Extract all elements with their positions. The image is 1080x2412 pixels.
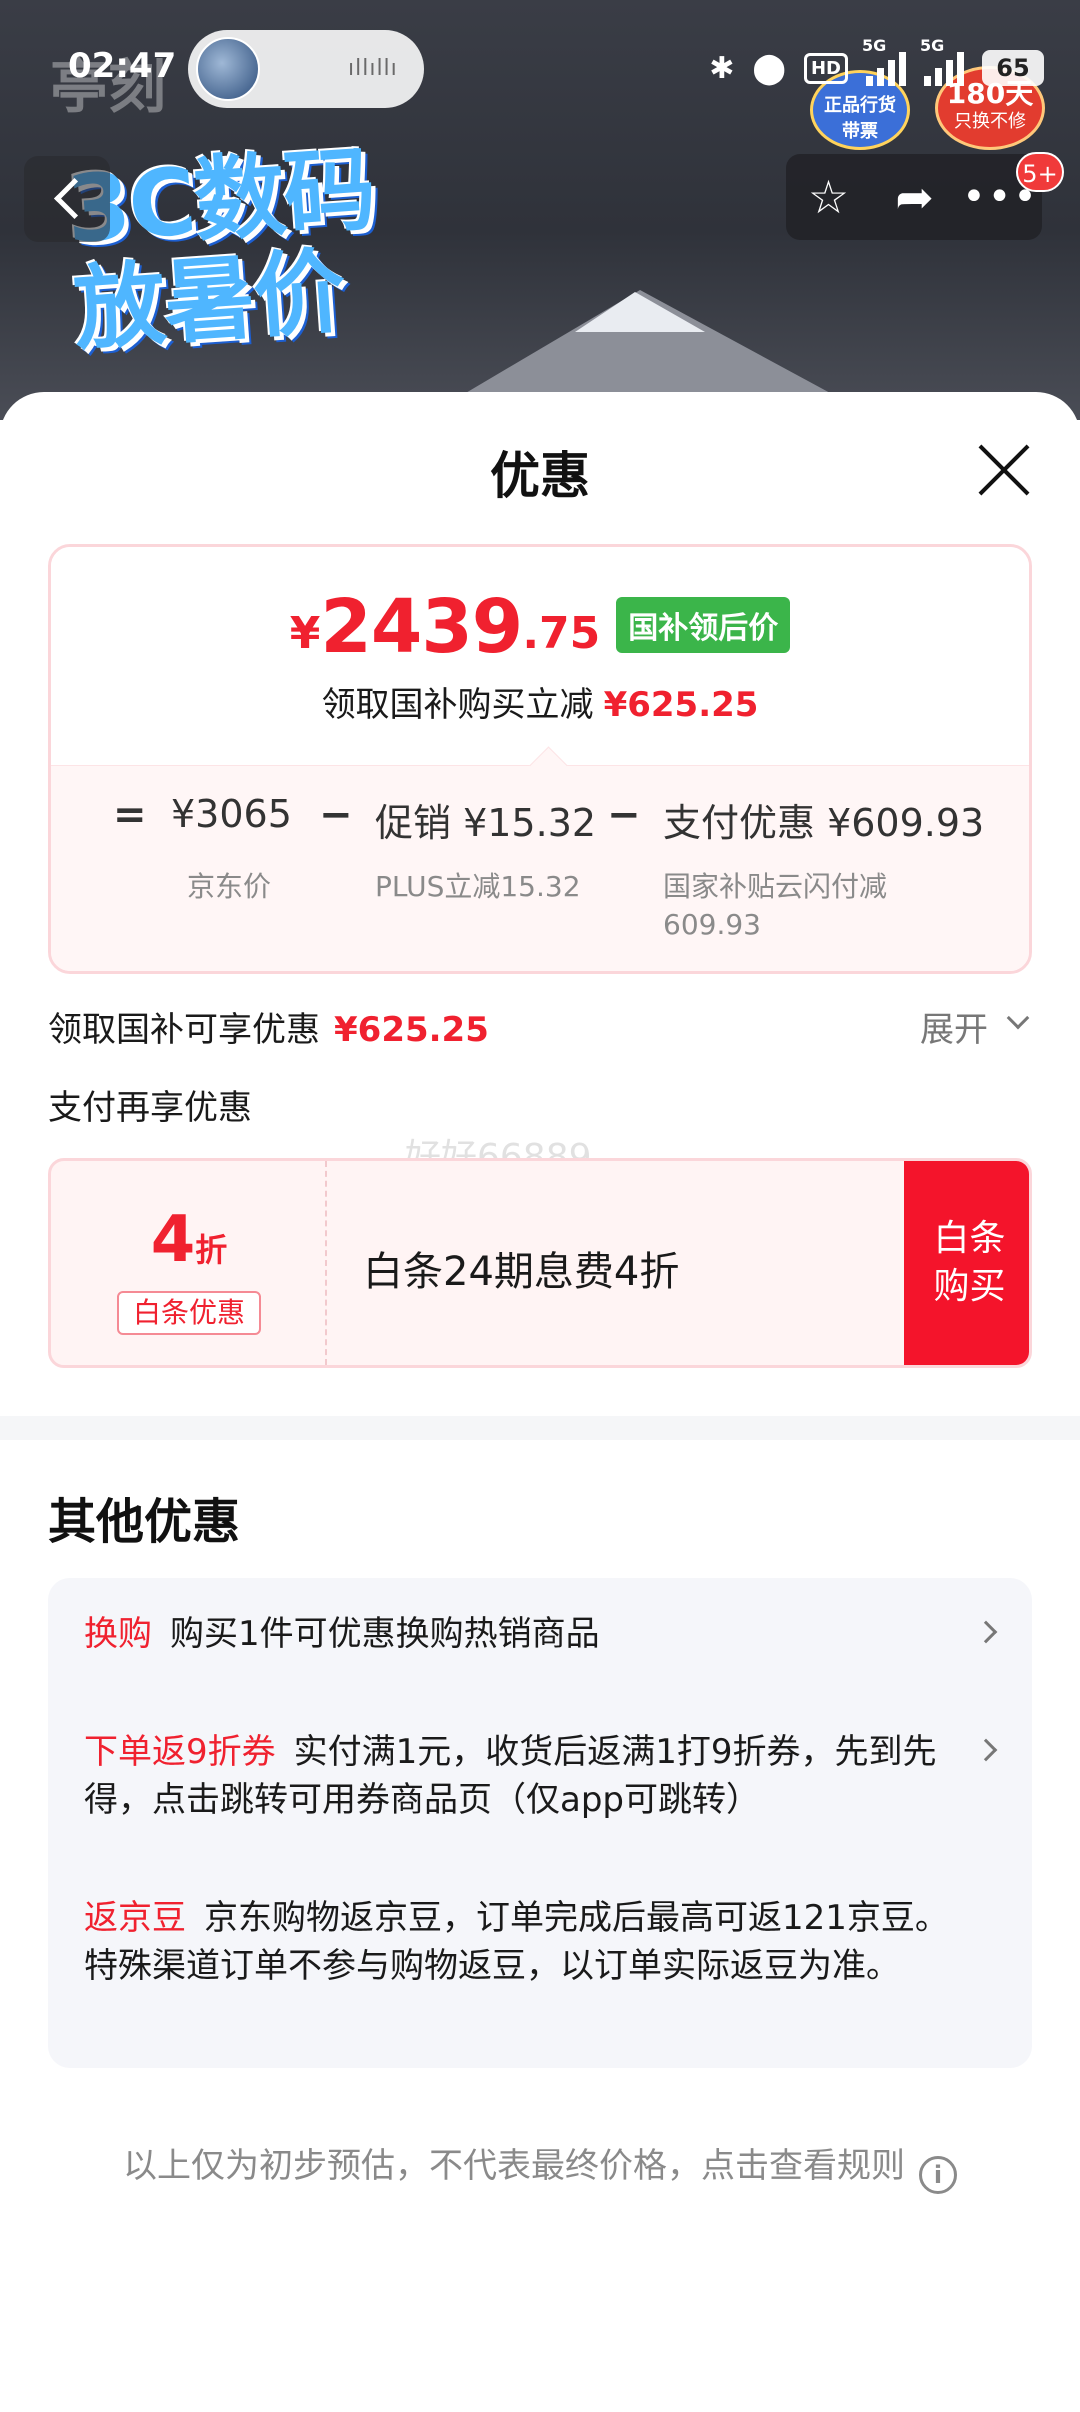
audio-wave-icon: ıllıllı bbox=[348, 56, 398, 81]
offer-key: 返京豆 bbox=[84, 1898, 186, 1938]
signal-label: 5G bbox=[862, 36, 887, 55]
price-decimal: .75 bbox=[522, 608, 601, 659]
price-breakdown: = ¥3065 京东价 − 促销 ¥15.32 PLUS立减15.32 − 支付… bbox=[51, 765, 1029, 971]
baitiao-tag: 白条优惠 bbox=[117, 1291, 261, 1335]
subsidy-row: 领取国补可享优惠 ¥625.25 bbox=[48, 1002, 489, 1051]
baitiao-buy-label: 购买 bbox=[933, 1266, 1006, 1307]
payment-discount-label-line1: 国家补贴云闪付减 bbox=[663, 870, 888, 903]
signal-icon: 5G bbox=[862, 36, 906, 86]
offer-text: 京东购物返京豆，订单完成后最高可返121京豆。特殊渠道订单不参与购物返豆，以订单… bbox=[84, 1898, 949, 1986]
baitiao-buy-button[interactable]: 白条 购买 bbox=[904, 1161, 1029, 1365]
save-line: 领取国补购买立减 ¥625.25 bbox=[51, 677, 1029, 726]
payment-discount-label-line2: 609.93 bbox=[663, 908, 761, 941]
price-summary-card: ¥ 2439 .75 国补领后价 领取国补购买立减 ¥625.25 = ¥3065… bbox=[48, 544, 1032, 974]
location-icon: ⬤ bbox=[752, 50, 786, 86]
payment-discount: 支付优惠 ¥609.93 bbox=[663, 801, 985, 845]
promo-title: 3C数码 放暑价 bbox=[63, 136, 384, 364]
pay-more-label: 支付再享优惠 bbox=[48, 1088, 252, 1128]
mountain-snow-graphic bbox=[575, 292, 705, 332]
sheet-title: 优惠 bbox=[490, 447, 590, 505]
other-offers-title: 其他优惠 bbox=[48, 1494, 241, 1550]
battery-icon: 65 bbox=[982, 50, 1044, 86]
baitiao-discount-panel: 4折 白条优惠 bbox=[51, 1161, 327, 1365]
baitiao-description: 白条24期息费4折 bbox=[363, 1249, 680, 1295]
discount-sheet: 优惠 ¥ 2439 .75 国补领后价 领取国补购买立减 ¥625.25 = ¥3… bbox=[0, 392, 1080, 2412]
system-icons: ✱ ⬤ HD 5G 5G 65 bbox=[709, 36, 1044, 94]
minus-sign: − bbox=[319, 792, 353, 838]
final-price: ¥ 2439 .75 国补领后价 bbox=[51, 587, 1029, 667]
subsidy-label: 领取国补可享优惠 bbox=[48, 1010, 320, 1050]
promo-title-line2: 放暑价 bbox=[70, 237, 347, 364]
media-island[interactable]: ıllıllı bbox=[188, 30, 424, 108]
save-label: 领取国补购买立减 bbox=[321, 685, 594, 725]
favorite-star-icon[interactable]: ☆ bbox=[786, 154, 871, 240]
signal-label: 5G bbox=[920, 36, 945, 55]
baitiao-discount-number: 4 bbox=[150, 1203, 196, 1277]
baitiao-discount-unit: 折 bbox=[195, 1231, 228, 1269]
promo-discount-label: PLUS立减15.32 bbox=[375, 870, 581, 903]
jd-price: ¥3065 bbox=[171, 792, 292, 836]
status-bar: 02:47 ıllıllı ✱ ⬤ HD 5G 5G 65 bbox=[0, 30, 1080, 110]
baitiao-discount: 4折 bbox=[51, 1203, 327, 1277]
expand-button[interactable]: 展开 bbox=[920, 1002, 988, 1051]
hd-icon: HD bbox=[803, 52, 848, 84]
jd-price-label: 京东价 bbox=[187, 870, 272, 903]
media-avatar bbox=[196, 37, 260, 101]
offer-key: 下单返9折券 bbox=[84, 1732, 276, 1772]
clock: 02:47 bbox=[68, 46, 177, 86]
price-integer: 2439 bbox=[320, 584, 523, 670]
disclaimer-text: 以上仅为初步预估，不代表最终价格，点击查看规则 bbox=[123, 2146, 905, 2186]
baitiao-buy-label: 白条 bbox=[933, 1218, 1006, 1259]
save-amount: ¥625.25 bbox=[603, 685, 759, 725]
disclaimer-link[interactable]: 以上仅为初步预估，不代表最终价格，点击查看规则 i bbox=[0, 2138, 1080, 2194]
offer-item-jingdou: 返京豆 京东购物返京豆，订单完成后最高可返121京豆。特殊渠道订单不参与购物返豆，… bbox=[84, 1894, 954, 1990]
offer-item-trade-in[interactable]: 换购 购买1件可优惠换购热销商品 bbox=[84, 1610, 954, 1658]
offer-key: 换购 bbox=[84, 1614, 152, 1654]
minus-sign: − bbox=[607, 792, 641, 838]
info-icon: i bbox=[919, 2156, 957, 2194]
notification-badge: 5+ bbox=[1016, 152, 1064, 192]
subsidy-amount: ¥625.25 bbox=[334, 1010, 489, 1050]
return-policy-text: 只换不修 bbox=[954, 111, 1026, 132]
action-toolbar: ☆ ➦ ••• bbox=[786, 154, 1042, 240]
subsidy-price-tag: 国补领后价 bbox=[616, 597, 791, 653]
offer-item-coupon[interactable]: 下单返9折券 实付满1元，收货后返满1打9折券，先到先得，点击跳转可用券商品页（仅… bbox=[84, 1728, 954, 1824]
back-button[interactable] bbox=[24, 156, 110, 242]
final-price-section: ¥ 2439 .75 国补领后价 领取国补购买立减 ¥625.25 bbox=[51, 547, 1029, 765]
bluetooth-icon: ✱ bbox=[709, 50, 735, 86]
price-currency: ¥ bbox=[289, 608, 321, 659]
share-icon[interactable]: ➦ bbox=[872, 154, 957, 240]
close-icon[interactable] bbox=[976, 442, 1032, 498]
promo-discount: 促销 ¥15.32 bbox=[375, 801, 597, 845]
equals-sign: = bbox=[113, 792, 147, 838]
chevron-right-icon[interactable] bbox=[974, 1620, 998, 1644]
chevron-down-icon[interactable] bbox=[1006, 1006, 1030, 1030]
other-offers-list: 换购 购买1件可优惠换购热销商品 下单返9折券 实付满1元，收货后返满1打9折券，先… bbox=[48, 1578, 1032, 2068]
payment-discount-label: 国家补贴云闪付减 609.93 bbox=[663, 868, 887, 944]
genuine-badge-subtext: 带票 bbox=[842, 121, 878, 142]
signal-icon: 5G bbox=[920, 36, 964, 86]
section-divider bbox=[0, 1416, 1080, 1440]
baitiao-offer-card[interactable]: 4折 白条优惠 白条24期息费4折 白条 购买 bbox=[48, 1158, 1032, 1368]
offer-text: 购买1件可优惠换购热销商品 bbox=[170, 1614, 600, 1654]
chevron-right-icon[interactable] bbox=[974, 1738, 998, 1762]
